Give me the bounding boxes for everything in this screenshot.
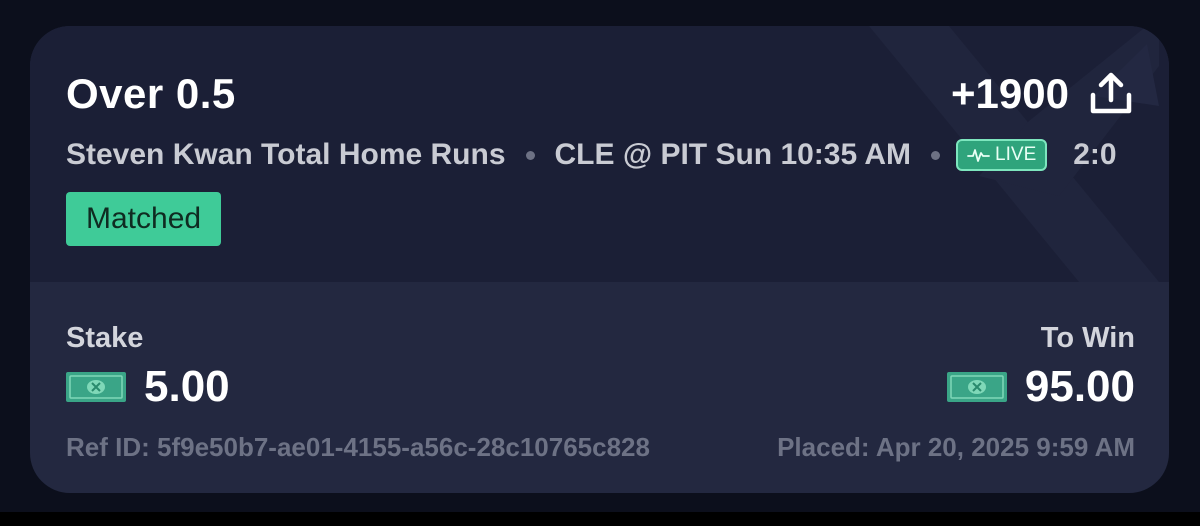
separator-dot xyxy=(931,150,941,160)
stake-value: 5.00 xyxy=(144,362,230,411)
ref-id: Ref ID: 5f9e50b7-ae01-4155-a56c-28c10765… xyxy=(66,432,650,462)
to-win-amount: 95.00 xyxy=(946,362,1135,412)
stake-amount: 5.00 xyxy=(66,362,230,412)
pulse-icon xyxy=(967,149,990,162)
bet-card-header: Over 0.5 +1900 Steven Kwan Total Home Ru… xyxy=(30,26,1169,282)
bet-odds: +1900 xyxy=(951,70,1069,117)
status-badge: Matched xyxy=(66,192,222,246)
live-badge: LIVE xyxy=(956,139,1048,171)
stake-label: Stake xyxy=(66,322,144,354)
cash-icon xyxy=(946,372,1007,402)
share-icon xyxy=(1090,72,1132,114)
game-score: 2:0 xyxy=(1073,138,1117,171)
market-name: Steven Kwan Total Home Runs xyxy=(66,138,506,171)
share-button[interactable] xyxy=(1085,68,1137,120)
to-win-label: To Win xyxy=(1040,322,1135,354)
odds-group: +1900 xyxy=(951,68,1137,120)
placed-time: Placed: Apr 20, 2025 9:59 AM xyxy=(777,432,1135,462)
bet-selection: Over 0.5 xyxy=(66,70,236,117)
bet-card[interactable]: Over 0.5 +1900 Steven Kwan Total Home Ru… xyxy=(30,26,1169,493)
game-info: CLE @ PIT Sun 10:35 AM xyxy=(554,138,912,171)
separator-dot xyxy=(525,150,535,160)
bet-details: Steven Kwan Total Home Runs CLE @ PIT Su… xyxy=(66,138,1117,172)
live-label: LIVE xyxy=(995,144,1037,165)
to-win-value: 95.00 xyxy=(1024,362,1135,411)
cash-icon xyxy=(66,372,126,402)
screen: Over 0.5 +1900 Steven Kwan Total Home Ru… xyxy=(0,0,1200,526)
bottom-edge xyxy=(0,512,1200,526)
